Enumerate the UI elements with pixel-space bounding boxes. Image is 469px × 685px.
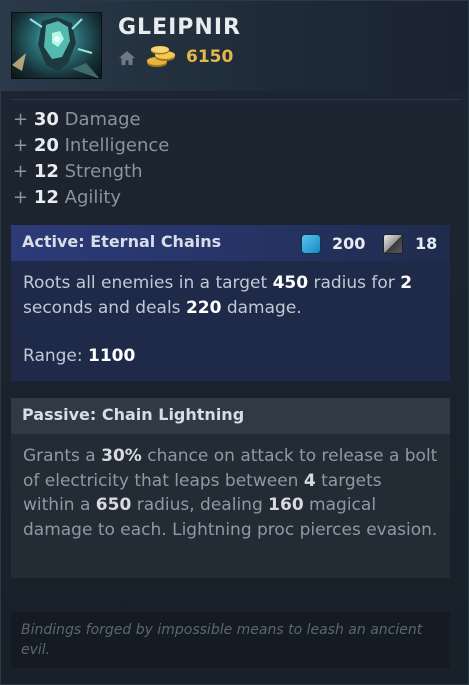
stat-label: Intelligence — [64, 135, 170, 156]
header-divider — [11, 99, 460, 100]
stat-value: 20 — [33, 135, 59, 156]
passive-description-text: Grants a 30% chance on attack to release… — [23, 446, 438, 540]
stat-intelligence: + 20 Intelligence — [13, 133, 169, 159]
ability-range: Range: 1100 — [23, 346, 136, 366]
item-name: GLEIPNIR — [118, 15, 241, 40]
stat-plus: + — [13, 135, 29, 156]
active-ability-description: Roots all enemies in a target 450 radius… — [11, 261, 450, 381]
stat-plus: + — [13, 161, 29, 182]
active-ability-header: Active: Eternal Chains 200 18 — [11, 225, 450, 261]
stat-value: 30 — [33, 109, 59, 130]
stat-agility: + 12 Agility — [13, 185, 169, 211]
mana-icon — [301, 234, 321, 254]
stat-label: Agility — [64, 187, 122, 208]
home-icon — [119, 51, 135, 65]
passive-ability-description: Grants a 30% chance on attack to release… — [11, 434, 450, 578]
active-ability-title: Active: Eternal Chains — [22, 232, 222, 251]
cooldown-icon — [383, 234, 403, 254]
active-description-text: Roots all enemies in a target 450 radius… — [23, 273, 413, 318]
cooldown-value: 18 — [415, 234, 438, 253]
stat-plus: + — [13, 109, 29, 130]
tooltip-header: GLEIPNIR 6150 — [1, 1, 468, 91]
gleipnir-art — [12, 17, 100, 78]
gleipnir-item-icon — [11, 12, 102, 79]
gold-coins-icon — [147, 46, 175, 67]
stat-list: + 30 Damage + 20 Intelligence + 12 Stren… — [13, 107, 169, 211]
passive-ability-header: Passive: Chain Lightning — [11, 398, 450, 434]
stat-label: Strength — [64, 161, 143, 182]
item-lore: Bindings forged by impossible means to l… — [11, 612, 450, 668]
stat-label: Damage — [64, 109, 141, 130]
passive-ability-title: Passive: Chain Lightning — [22, 405, 245, 424]
stat-value: 12 — [33, 187, 59, 208]
stat-strength: + 12 Strength — [13, 159, 169, 185]
item-tooltip: GLEIPNIR 6150 + 30 Damage + 20 Intellige… — [0, 0, 469, 685]
item-cost: 6150 — [186, 47, 234, 67]
stat-damage: + 30 Damage — [13, 107, 169, 133]
stat-plus: + — [13, 187, 29, 208]
mana-cost: 200 — [332, 234, 366, 253]
stat-value: 12 — [33, 161, 59, 182]
